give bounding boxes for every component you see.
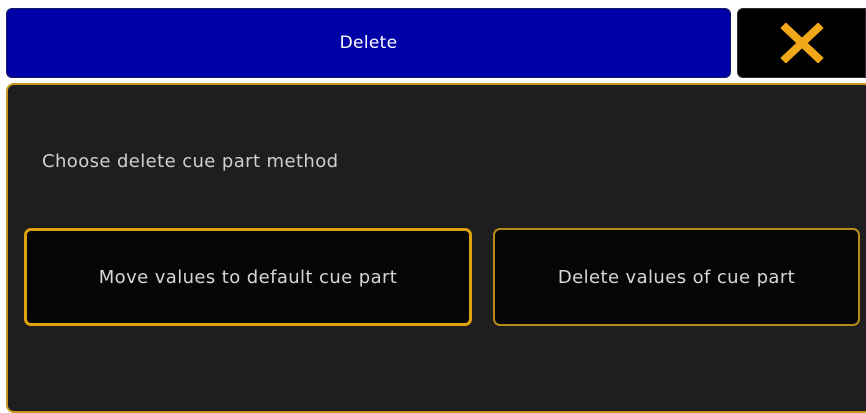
close-button[interactable] [737, 8, 866, 78]
delete-values-button[interactable]: Delete values of cue part [493, 228, 860, 326]
move-values-button[interactable]: Move values to default cue part [24, 228, 472, 326]
delete-values-label: Delete values of cue part [557, 266, 796, 288]
close-icon [779, 23, 824, 63]
move-values-label: Move values to default cue part [98, 266, 398, 288]
delete-dialog: Delete Choose delete cue part method Mov… [0, 0, 866, 413]
dialog-title: Delete [339, 33, 398, 53]
prompt-text: Choose delete cue part method [42, 151, 339, 172]
dialog-title-bar: Delete [6, 8, 731, 78]
